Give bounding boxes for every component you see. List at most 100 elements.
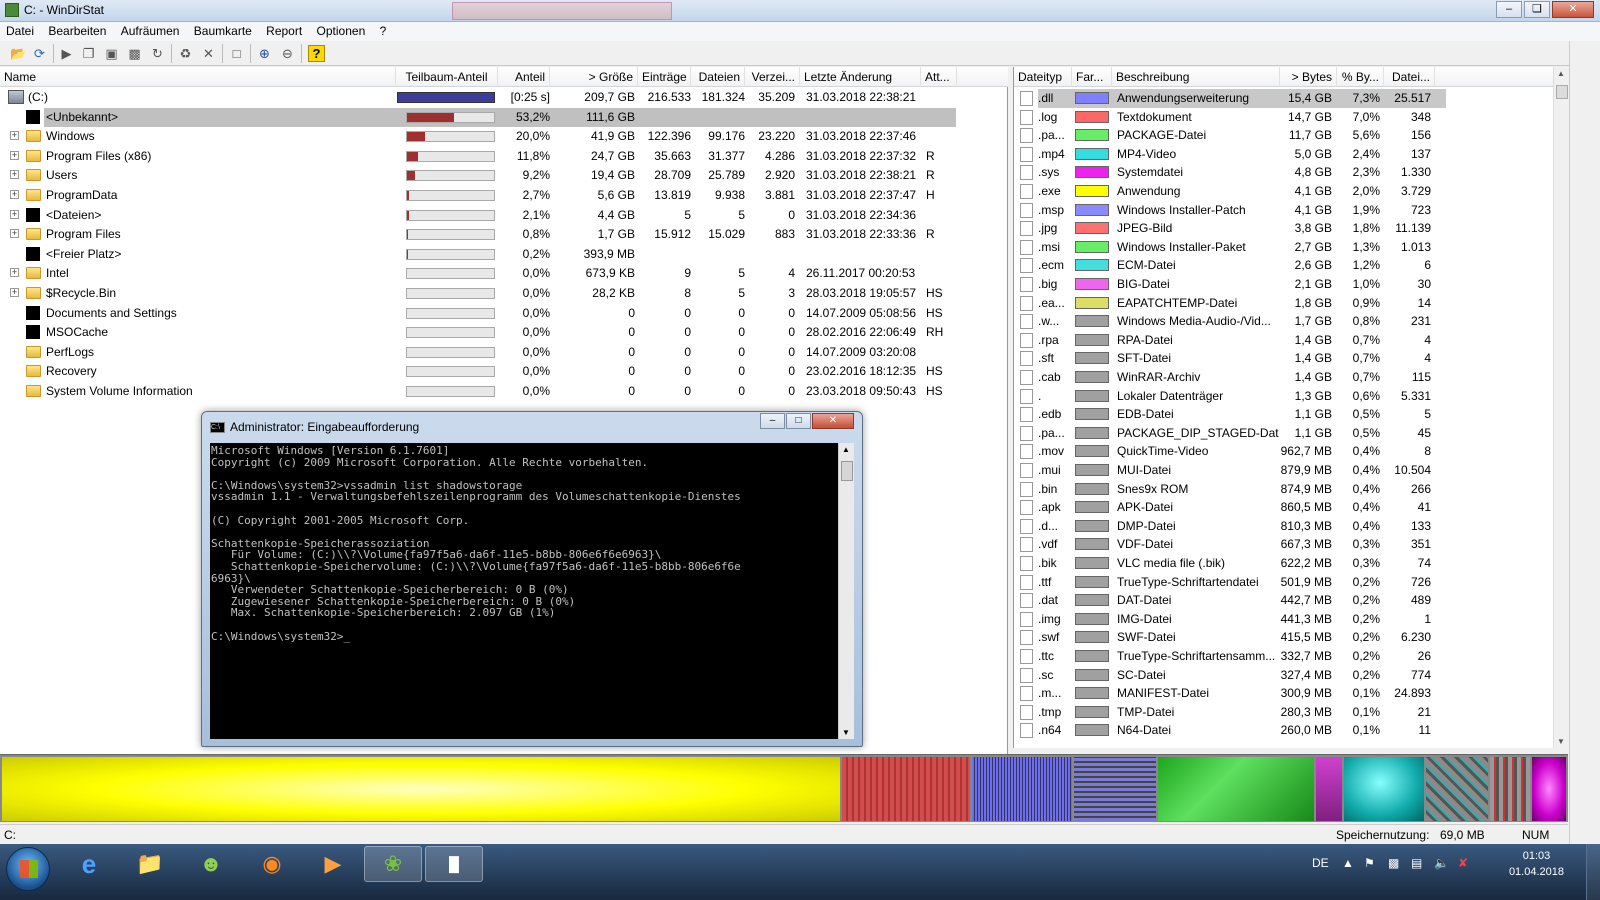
ie-icon[interactable]: e: [60, 846, 118, 882]
col-dirs[interactable]: Verzei...: [745, 67, 800, 87]
language-indicator[interactable]: DE: [1312, 856, 1329, 870]
filetype-row[interactable]: .apk APK-Datei 860,5 MB 0,4% 41: [1014, 498, 1554, 517]
title-bar[interactable]: C: - WinDirStat – ❏ ✕: [0, 0, 1600, 22]
tree-row[interactable]: Documents and Settings 0,0% 0 0 0 0 14.07.2009…: [0, 304, 1008, 323]
menu-help[interactable]: ?: [374, 22, 392, 38]
col-bytes[interactable]: > Bytes: [1280, 67, 1337, 87]
filetype-row[interactable]: .msi Windows Installer-Paket 2,7 GB 1,3% 1.0…: [1014, 238, 1554, 257]
filetype-row[interactable]: .jpg JPEG-Bild 3,8 GB 1,8% 11.139: [1014, 219, 1554, 238]
antivirus-icon[interactable]: ✘: [1458, 856, 1468, 870]
cmd-icon[interactable]: █: [425, 846, 483, 882]
tree-row[interactable]: <Freier Platz> 0,2% 393,9 MB: [0, 245, 1008, 264]
filetype-row[interactable]: .mp4 MP4-Video 5,0 GB 2,4% 137: [1014, 145, 1554, 164]
maximize-button[interactable]: ❏: [1524, 1, 1550, 18]
filetype-row[interactable]: .ttc TrueType-Schriftartensamm... 332,7 MB…: [1014, 647, 1554, 666]
clock[interactable]: 01:03 01.04.2018: [1509, 848, 1564, 880]
treemap-block-mp4[interactable]: [1344, 757, 1424, 821]
col-size[interactable]: > Größe: [550, 67, 638, 87]
filetype-row[interactable]: .vdf VDF-Datei 667,3 MB 0,3% 351: [1014, 535, 1554, 554]
col-last-change[interactable]: Letzte Änderung: [800, 67, 921, 87]
expand-icon[interactable]: +: [10, 209, 19, 219]
volume-icon[interactable]: 🔈: [1434, 856, 1449, 870]
col-file-count[interactable]: Datei...: [1384, 67, 1435, 87]
filetype-row[interactable]: .edb EDB-Datei 1,1 GB 0,5% 5: [1014, 405, 1554, 424]
zoom-out-icon[interactable]: ⊖: [279, 45, 296, 62]
filetype-row[interactable]: .img IMG-Datei 441,3 MB 0,2% 1: [1014, 610, 1554, 629]
media-player-icon[interactable]: ▶: [304, 846, 362, 882]
menu-aufraeumen[interactable]: Aufräumen: [115, 22, 185, 38]
cmd-minimize-button[interactable]: –: [760, 413, 785, 429]
treemap-block-msp[interactable]: [1074, 757, 1156, 821]
filetype-row[interactable]: .cab WinRAR-Archiv 1,4 GB 0,7% 115: [1014, 368, 1554, 387]
expand-icon[interactable]: +: [10, 288, 19, 297]
tree-row[interactable]: + ProgramData 2,7% 5,6 GB 13.819 9.938 3.881 31…: [0, 186, 1008, 205]
filetype-row[interactable]: .rpa RPA-Datei 1,4 GB 0,7% 4: [1014, 331, 1554, 350]
refresh-selected-icon[interactable]: ↻: [149, 45, 166, 62]
scroll-up-icon[interactable]: ▲: [1557, 69, 1565, 78]
treemap-block-big[interactable]: [1532, 757, 1566, 821]
tree-row[interactable]: + Program Files 0,8% 1,7 GB 15.912 15.029 883 3…: [0, 225, 1008, 244]
filetype-row[interactable]: .ttf TrueType-Schriftartendatei 501,9 MB 0,…: [1014, 573, 1554, 592]
expand-icon[interactable]: +: [10, 131, 19, 141]
filetype-row[interactable]: . Lokaler Datenträger 1,3 GB 0,6% 5.331: [1014, 387, 1554, 406]
filetype-row[interactable]: .msp Windows Installer-Patch 4,1 GB 1,9% 723: [1014, 201, 1554, 220]
treemap-block-package[interactable]: [1158, 757, 1314, 821]
play-icon[interactable]: ▶: [58, 45, 75, 62]
types-scrollbar[interactable]: ▲ ▼: [1553, 67, 1569, 748]
treemap[interactable]: [0, 754, 1568, 822]
properties-icon[interactable]: □: [228, 45, 245, 62]
filetype-row[interactable]: .ea... EAPATCHTEMP-Datei 1,8 GB 0,9% 14: [1014, 294, 1554, 313]
col-subtree-share[interactable]: Teilbaum-Anteil: [396, 67, 498, 87]
filetype-row[interactable]: .dll Anwendungserweiterung 15,4 GB 7,3% 25.5…: [1014, 89, 1554, 108]
filetype-row[interactable]: .sc SC-Datei 327,4 MB 0,2% 774: [1014, 666, 1554, 685]
menu-bearbeiten[interactable]: Bearbeiten: [42, 22, 111, 38]
filetype-row[interactable]: .exe Anwendung 4,1 GB 2,0% 3.729: [1014, 182, 1554, 201]
col-description[interactable]: Beschreibung: [1112, 67, 1280, 87]
menu-baumkarte[interactable]: Baumkarte: [188, 22, 257, 38]
filetype-row[interactable]: .swf SWF-Datei 415,5 MB 0,2% 6.230: [1014, 628, 1554, 647]
col-percent[interactable]: Anteil: [498, 67, 550, 87]
tree-row[interactable]: + Windows 20,0% 41,9 GB 122.396 99.176 23.220 3…: [0, 127, 1008, 146]
scroll-down-icon[interactable]: ▼: [1557, 737, 1565, 746]
col-attributes[interactable]: Att...: [921, 67, 957, 87]
explorer-icon[interactable]: 📁: [121, 846, 179, 882]
cmd-console-output[interactable]: Microsoft Windows [Version 6.1.7601] Copy…: [210, 443, 838, 739]
tray-app-icon[interactable]: ▩: [1388, 856, 1399, 870]
cmd-scroll-up-icon[interactable]: ▲: [842, 445, 850, 454]
tree-row[interactable]: + Users 9,2% 19,4 GB 28.709 25.789 2.920 31.03.…: [0, 166, 1008, 185]
col-name[interactable]: Name: [0, 67, 396, 87]
tree-row[interactable]: + Intel 0,0% 673,9 KB 9 5 4 26.11.2017 00:20:53: [0, 264, 1008, 283]
menu-report[interactable]: Report: [260, 22, 307, 38]
filetype-row[interactable]: .dat DAT-Datei 442,7 MB 0,2% 489: [1014, 591, 1554, 610]
start-button[interactable]: [6, 847, 50, 891]
filetype-row[interactable]: .log Textdokument 14,7 GB 7,0% 348: [1014, 108, 1554, 127]
expand-icon[interactable]: +: [10, 190, 19, 199]
treemap-block-exe[interactable]: [2, 757, 840, 821]
cmd-window[interactable]: C:\ Administrator: Eingabeaufforderung –…: [201, 411, 863, 747]
filetype-row[interactable]: .sft SFT-Datei 1,4 GB 0,7% 4: [1014, 349, 1554, 368]
filetype-row[interactable]: .ecm ECM-Datei 2,6 GB 1,2% 6: [1014, 256, 1554, 275]
filetype-row[interactable]: .mui MUI-Datei 879,9 MB 0,4% 10.504: [1014, 461, 1554, 480]
filetype-row[interactable]: .d... DMP-Datei 810,3 MB 0,4% 133: [1014, 517, 1554, 536]
treemap-block-dll[interactable]: [972, 757, 1072, 821]
filetype-row[interactable]: .mov QuickTime-Video 962,7 MB 0,4% 8: [1014, 442, 1554, 461]
network-tray-icon[interactable]: ▤: [1411, 856, 1422, 870]
col-color[interactable]: Far...: [1072, 67, 1112, 87]
menu-datei[interactable]: Datei: [0, 22, 39, 38]
help-icon[interactable]: ?: [308, 45, 325, 62]
expand-icon[interactable]: +: [10, 150, 19, 160]
cmd-icon[interactable]: ▩: [126, 45, 143, 62]
tree-row[interactable]: System Volume Information 0,0% 0 0 0 0 23.03.2…: [0, 382, 1008, 401]
expand-icon[interactable]: +: [10, 170, 19, 180]
refresh-icon[interactable]: ⟳: [31, 45, 48, 62]
filetype-row[interactable]: .w... Windows Media-Audio-/Vid... 1,7 GB 0,…: [1014, 312, 1554, 331]
treemap-block-log[interactable]: [842, 757, 970, 821]
menu-optionen[interactable]: Optionen: [311, 22, 371, 38]
minimize-button[interactable]: –: [1496, 1, 1522, 18]
tree-row[interactable]: (C:) [0:25 s] 209,7 GB 216.533 181.324 35.209…: [0, 88, 1008, 107]
cmd-scroll-thumb[interactable]: [841, 461, 853, 481]
tree-row[interactable]: Recovery 0,0% 0 0 0 0 23.02.2016 18:12:35 HS: [0, 362, 1008, 381]
open-icon[interactable]: 📂: [10, 45, 27, 62]
network-icon[interactable]: ☻: [182, 846, 240, 882]
show-desktop-button[interactable]: [1586, 844, 1600, 900]
